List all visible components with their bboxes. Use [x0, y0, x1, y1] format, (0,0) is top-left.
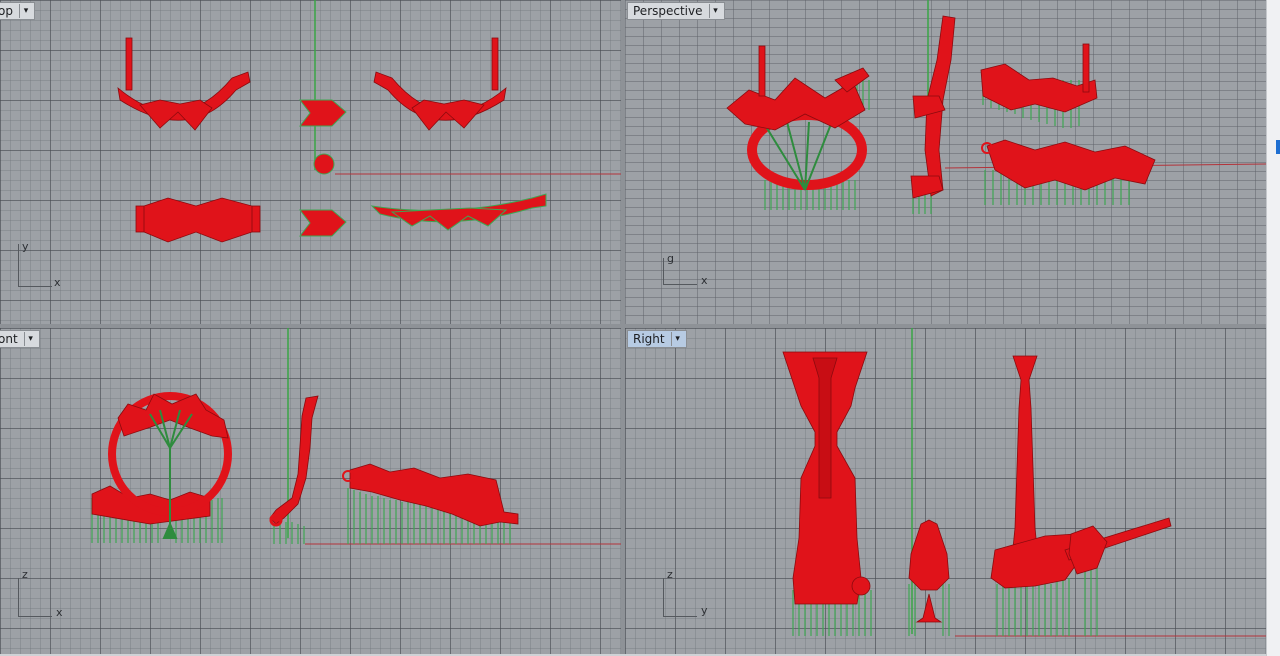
right-part-left [782, 351, 871, 605]
right-view-scene [782, 328, 1266, 637]
viewport-label-perspective[interactable]: Perspective ▾ [627, 2, 725, 20]
top-view-scene [117, 0, 621, 243]
front-view-scene [91, 328, 621, 545]
viewport-perspective[interactable]: Perspective ▾ g x [625, 0, 1266, 324]
top-part-clips [298, 99, 347, 237]
perspective-part-arc [980, 43, 1098, 113]
viewport-top[interactable]: op ▾ y x [0, 0, 621, 324]
viewport-label-right[interactable]: Right ▾ [627, 330, 687, 348]
top-part-band [135, 197, 261, 243]
viewport-title: op [0, 4, 13, 18]
front-ring-crown [117, 393, 229, 439]
side-panel-edge [1266, 0, 1280, 656]
top-part-left-arc [117, 37, 251, 131]
viewport-title: Right [633, 332, 665, 346]
perspective-part-crown [726, 45, 870, 131]
dropdown-arrow-icon[interactable]: ▾ [708, 4, 722, 18]
viewport-label-front[interactable]: ont ▾ [0, 330, 40, 348]
perspective-part-hook [910, 15, 956, 199]
viewport-right[interactable]: Right ▾ z y [625, 328, 1266, 654]
dropdown-arrow-icon[interactable]: ▾ [670, 332, 684, 346]
viewport-front[interactable]: ont ▾ z x [0, 328, 621, 654]
top-part-right-arc [373, 37, 507, 131]
viewport-label-top[interactable]: op ▾ [0, 2, 35, 20]
viewport-title: ont [0, 332, 18, 346]
right-part-tall [990, 355, 1172, 589]
front-part-band [342, 463, 519, 527]
front-part-hook [269, 395, 319, 527]
top-part-curved-band [370, 193, 547, 231]
dropdown-arrow-icon[interactable]: ▾ [18, 4, 32, 18]
perspective-scene [726, 0, 1266, 214]
viewport-title: Perspective [633, 4, 703, 18]
scroll-marker[interactable] [1276, 140, 1280, 154]
dropdown-arrow-icon[interactable]: ▾ [23, 332, 37, 346]
